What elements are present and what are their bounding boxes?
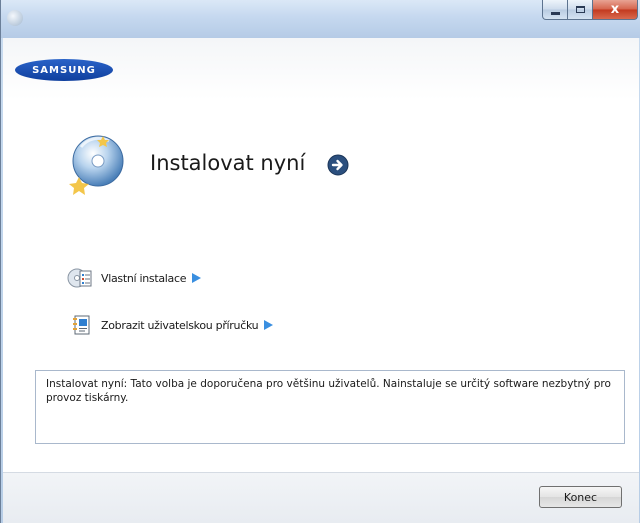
close-icon: x [610, 2, 620, 17]
title-bar[interactable]: x [1, 0, 640, 38]
installer-window: x SAMSUNG Instalovat nyní Vlastní instal… [0, 0, 640, 523]
cd-settings-icon [67, 268, 92, 288]
user-guide-icon [73, 315, 90, 335]
header-band: SAMSUNG [3, 38, 639, 101]
install-disc-icon [69, 135, 124, 195]
arrow-right-circle-icon[interactable] [327, 154, 349, 176]
app-icon [7, 10, 23, 26]
maximize-icon [575, 6, 585, 13]
close-button[interactable]: x [592, 0, 638, 20]
user-guide-label: Zobrazit uživatelskou příručku [101, 318, 259, 332]
main-content: Instalovat nyní Vlastní instalace Zobraz… [3, 100, 639, 472]
minimize-button[interactable] [542, 0, 568, 20]
install-now-title[interactable]: Instalovat nyní [150, 151, 305, 175]
description-box: Instalovat nyní: Tato volba je doporučen… [35, 370, 625, 444]
user-guide-option[interactable]: Zobrazit uživatelskou příručku [71, 314, 274, 336]
custom-install-label: Vlastní instalace [101, 271, 187, 285]
custom-install-option[interactable]: Vlastní instalace [67, 265, 202, 291]
play-arrow-icon [192, 273, 202, 283]
maximize-button[interactable] [567, 0, 593, 20]
minimize-icon [550, 11, 560, 15]
play-arrow-icon [264, 320, 274, 330]
logo-text: SAMSUNG [32, 64, 96, 76]
samsung-logo: SAMSUNG [15, 59, 113, 81]
konec-button[interactable]: Konec [539, 486, 622, 508]
